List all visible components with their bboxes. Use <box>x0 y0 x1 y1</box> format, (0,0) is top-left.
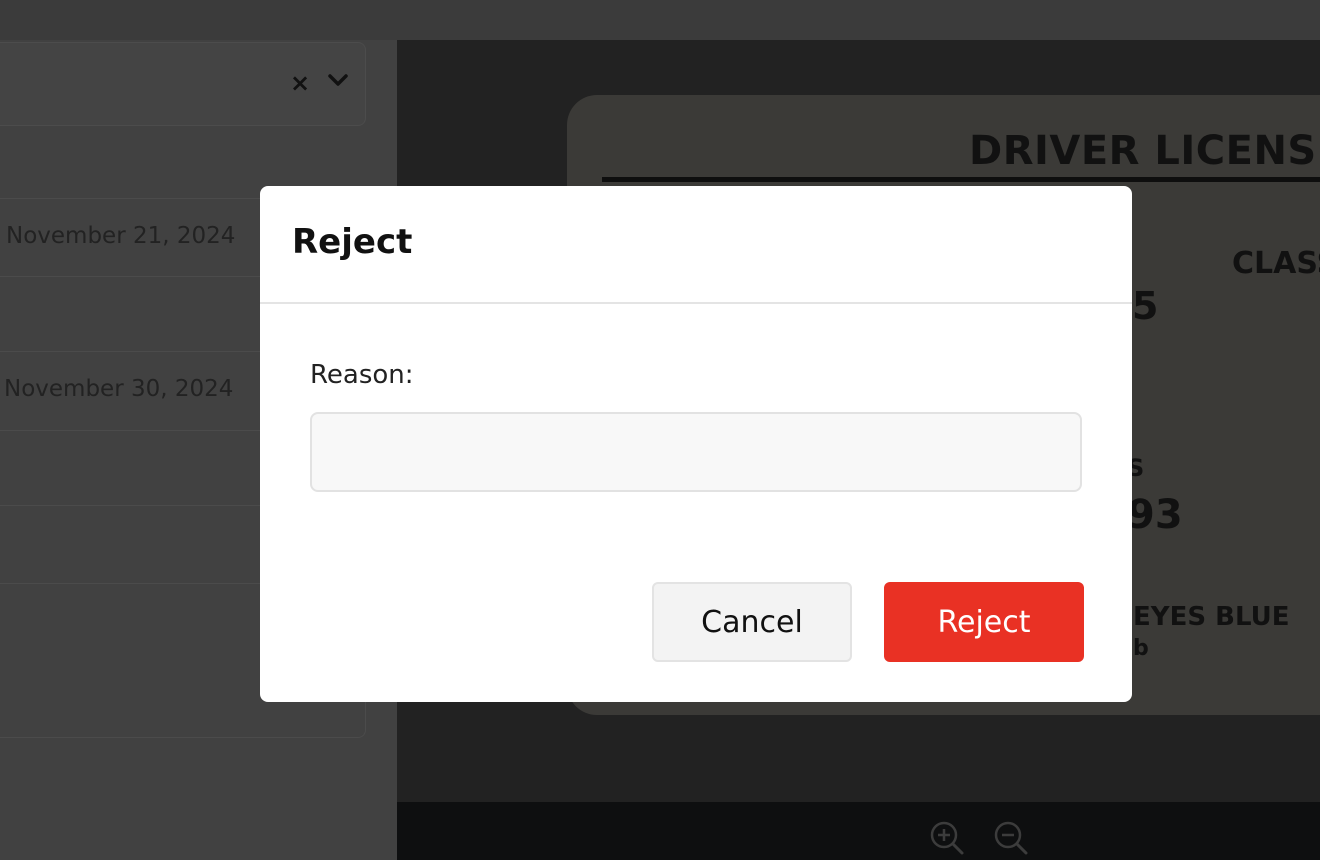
cancel-button[interactable]: Cancel <box>652 582 852 662</box>
reason-input[interactable] <box>310 412 1082 492</box>
dialog-title: Reject <box>292 222 413 262</box>
reason-label: Reason: <box>310 360 414 390</box>
dialog-body: Reason: Cancel Reject <box>260 304 1132 700</box>
reject-dialog: Reject Reason: Cancel Reject <box>260 186 1132 702</box>
dialog-header: Reject <box>260 186 1132 304</box>
reject-button[interactable]: Reject <box>884 582 1084 662</box>
